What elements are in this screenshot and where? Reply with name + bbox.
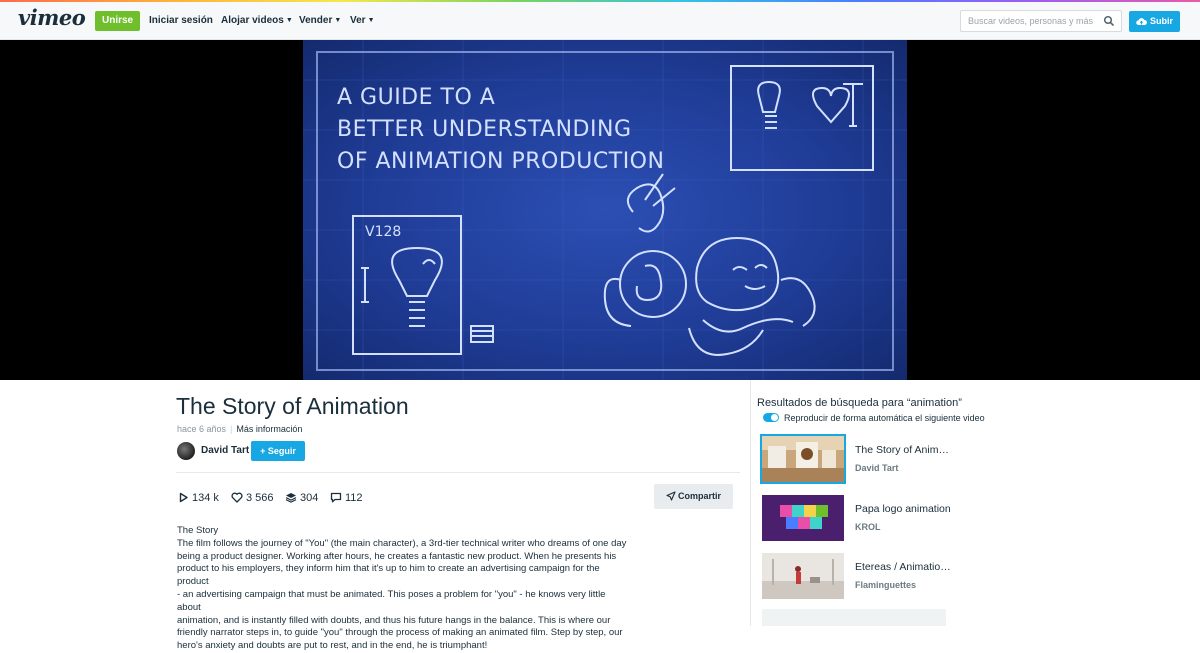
chevron-down-icon: ▼ [285,17,293,24]
upload-age: hace 6 años [177,424,227,434]
description-line: The film follows the journey of "You" (t… [177,537,627,549]
divider [176,472,740,473]
search-box [960,10,1122,32]
search-results-title: Resultados de búsqueda para “animation” [757,397,962,409]
video-description: The Story The film follows the journey o… [177,525,627,653]
related-author[interactable]: David Tart [855,463,898,473]
related-next-placeholder [762,609,946,626]
autoplay-toggle[interactable] [763,413,779,422]
vimeo-logo[interactable]: vimeo [18,5,86,30]
share-label: Compartir [677,491,721,501]
login-link[interactable]: Iniciar sesión [149,15,213,26]
nav-sell-label: Vender [299,15,333,26]
frame-line-3: OF ANIMATION PRODUCTION [337,149,664,174]
frame-line-2: BETTER UNDERSTANDING [337,117,632,142]
layers-icon [285,493,297,503]
video-player[interactable]: A GUIDE TO A BETTER UNDERSTANDING OF ANI… [0,40,1200,380]
upload-label: Subir [1150,16,1174,26]
plays-count: 134 k [192,492,219,504]
sidebar-divider [750,380,751,626]
nav-host-videos-label: Alojar videos [221,15,284,26]
likes-count: 3 566 [246,492,274,504]
nav-watch-label: Ver [350,15,366,26]
likes-stat[interactable]: 3 566 [231,492,274,504]
description-line: being a product designer. Working after … [177,550,617,562]
related-author[interactable]: Flaminguettes [855,580,916,590]
frame-line-1: A GUIDE TO A [337,85,495,110]
related-video-item[interactable]: Etereas / Animatio… Flaminguettes [762,553,951,599]
related-title[interactable]: The Story of Anim… [855,444,949,456]
related-video-item[interactable]: The Story of Anim… David Tart [760,434,949,484]
play-icon [179,492,188,503]
video-frame[interactable]: A GUIDE TO A BETTER UNDERSTANDING OF ANI… [303,40,907,380]
related-thumbnail[interactable] [762,553,844,599]
author-name[interactable]: David Tart [201,445,249,456]
meta-separator: | [230,424,233,434]
description-line: friendly narrator steps in, to guide "yo… [177,627,623,639]
comment-icon [330,492,342,503]
join-button[interactable]: Unirse [95,11,141,31]
related-author[interactable]: KROL [855,522,881,532]
chevron-down-icon: ▼ [367,17,375,24]
autoplay-label: Reproducir de forma automática el siguie… [784,413,985,423]
author-avatar[interactable] [177,442,195,460]
comments-count: 112 [345,492,363,504]
related-thumbnail[interactable] [762,495,844,541]
related-title[interactable]: Etereas / Animatio… [855,561,951,573]
nav-sell[interactable]: Vender ▼ [299,15,341,26]
plays-stat: 134 k [178,492,219,504]
nav-host-videos[interactable]: Alojar videos ▼ [221,15,293,26]
share-button[interactable]: Compartir [654,484,733,509]
description-line: product to his employers, they inform hi… [177,563,600,588]
comments-stat[interactable]: 112 [330,492,363,504]
search-input[interactable] [961,11,1095,31]
description-line: hero's anxiety and doubts are put to res… [177,640,488,652]
heart-icon [231,492,243,503]
nav-watch[interactable]: Ver ▼ [350,15,375,26]
more-info-link[interactable]: Más información [236,424,302,434]
related-title[interactable]: Papa logo animation [855,503,951,515]
video-title: The Story of Animation [176,393,409,419]
top-navigation-bar: vimeo Unirse Iniciar sesión Alojar video… [0,2,1200,40]
description-line: animation, and is instantly filled with … [177,614,611,626]
related-video-item[interactable]: Papa logo animation KROL [762,495,951,541]
collections-stat[interactable]: 304 [285,492,318,504]
related-thumbnail[interactable] [760,434,846,484]
autoplay-setting[interactable]: Reproducir de forma automática el siguie… [763,413,985,423]
search-icon[interactable] [1103,15,1115,27]
scene-label: V128 [365,224,401,240]
video-meta: hace 6 años | Más información [177,424,302,434]
paper-plane-icon [666,491,676,501]
upload-button[interactable]: Subir [1129,11,1180,32]
cloud-upload-icon [1136,18,1147,25]
description-line: - an advertising campaign that must be a… [177,588,606,613]
chevron-down-icon: ▼ [334,17,342,24]
follow-button[interactable]: + Seguir [251,441,305,461]
description-heading: The Story [177,525,219,536]
collections-count: 304 [300,492,319,504]
blueprint-illustration: A GUIDE TO A BETTER UNDERSTANDING OF ANI… [303,40,907,380]
